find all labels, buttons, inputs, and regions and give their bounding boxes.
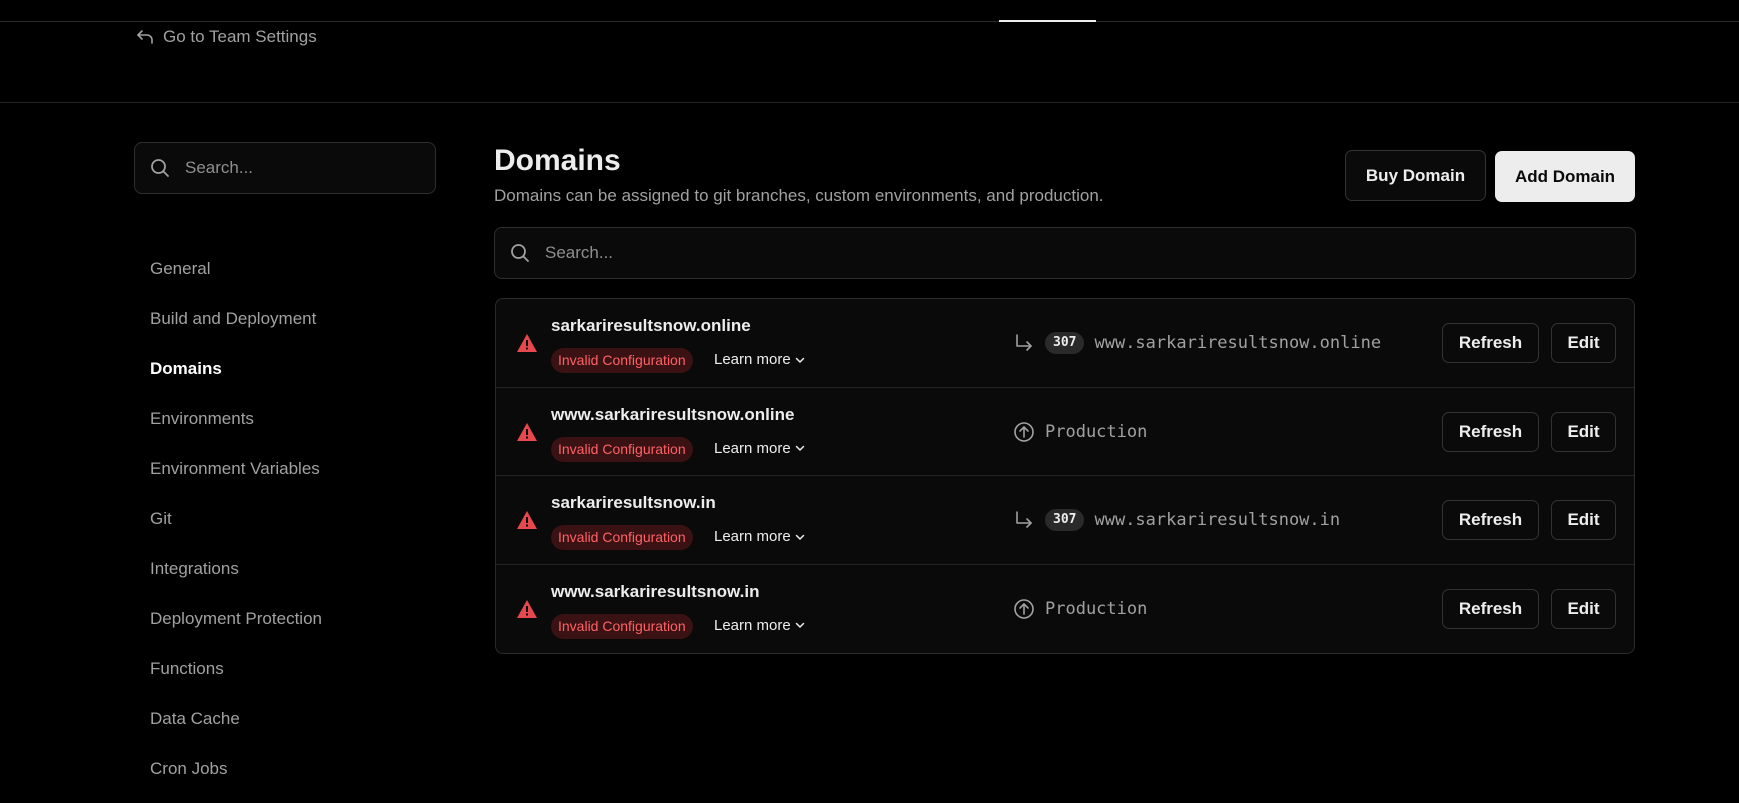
back-arrow-icon (137, 30, 153, 44)
redirect-url: www.sarkariresultsnow.online (1094, 333, 1382, 353)
page-subtitle: Domains can be assigned to git branches,… (494, 186, 1104, 205)
learn-more-toggle[interactable]: Learn more (714, 351, 806, 368)
warning-icon (517, 599, 537, 618)
add-domain-button[interactable]: Add Domain (1495, 151, 1635, 202)
learn-more-toggle[interactable]: Learn more (714, 617, 806, 634)
edit-button[interactable]: Edit (1551, 500, 1616, 540)
production-label: Production (1045, 421, 1148, 442)
domain-production-target: Production (1013, 420, 1147, 444)
edit-button[interactable]: Edit (1551, 588, 1616, 629)
edit-button[interactable]: Edit (1551, 323, 1616, 363)
status-code-badge: 307 (1045, 509, 1085, 531)
domain-search-input[interactable] (545, 243, 1635, 263)
sidebar-item-cron-jobs[interactable]: Cron Jobs (150, 753, 450, 803)
redirect-arrow-icon (1016, 511, 1032, 528)
domain-redirect-target: 307 www.sarkariresultsnow.online (1013, 331, 1381, 355)
redirect-url: www.sarkariresultsnow.in (1094, 510, 1341, 530)
domain-redirect-target: 307 www.sarkariresultsnow.in (1013, 508, 1340, 532)
learn-more-label: Learn more (714, 528, 791, 545)
sidebar-item-deployment-protection[interactable]: Deployment Protection (150, 603, 450, 653)
chevron-down-icon (795, 357, 804, 363)
invalid-configuration-badge: Invalid Configuration (551, 525, 693, 550)
warning-icon (517, 422, 537, 441)
header-divider (0, 102, 1739, 103)
sidebar-item-integrations[interactable]: Integrations (150, 553, 450, 603)
sidebar-item-general[interactable]: General (150, 253, 450, 303)
domain-search[interactable] (494, 227, 1636, 279)
domain-production-target: Production (1013, 597, 1147, 621)
sidebar-item-domains[interactable]: Domains (150, 353, 450, 403)
sidebar-item-data-cache[interactable]: Data Cache (150, 703, 450, 753)
edit-button[interactable]: Edit (1551, 411, 1616, 452)
search-icon (511, 244, 529, 262)
sidebar-item-git[interactable]: Git (150, 503, 450, 553)
redirect-arrow-icon (1016, 334, 1032, 351)
chevron-down-icon (795, 534, 804, 540)
active-tab-indicator (999, 20, 1096, 22)
warning-icon (517, 334, 537, 352)
learn-more-label: Learn more (714, 616, 791, 634)
status-code-badge: 307 (1045, 332, 1085, 354)
refresh-button[interactable]: Refresh (1442, 411, 1539, 452)
top-nav-bar (0, 0, 1739, 22)
production-label: Production (1045, 598, 1148, 619)
refresh-button[interactable]: Refresh (1442, 588, 1539, 629)
domain-row: www.sarkariresultsnow.in Invalid Configu… (496, 565, 1634, 654)
chevron-down-icon (795, 445, 804, 451)
domain-row: sarkariresultsnow.online Invalid Configu… (496, 299, 1634, 388)
settings-sidebar-nav: General Build and Deployment Domains Env… (150, 253, 450, 803)
learn-more-toggle[interactable]: Learn more (714, 528, 806, 545)
domain-list: sarkariresultsnow.online Invalid Configu… (495, 298, 1635, 654)
buy-domain-button[interactable]: Buy Domain (1345, 150, 1486, 201)
back-link-label: Go to Team Settings (163, 27, 317, 46)
learn-more-toggle[interactable]: Learn more (714, 440, 806, 457)
refresh-button[interactable]: Refresh (1442, 323, 1539, 363)
sidebar-item-environment-variables[interactable]: Environment Variables (150, 453, 450, 503)
sidebar-item-build-and-deployment[interactable]: Build and Deployment (150, 303, 450, 353)
domain-row: sarkariresultsnow.in Invalid Configurati… (496, 476, 1634, 565)
learn-more-label: Learn more (714, 351, 791, 368)
domain-name[interactable]: www.sarkariresultsnow.online (551, 405, 794, 425)
invalid-configuration-badge: Invalid Configuration (551, 348, 693, 373)
domain-row: www.sarkariresultsnow.online Invalid Con… (496, 388, 1634, 476)
chevron-down-icon (795, 622, 804, 628)
warning-icon (517, 511, 537, 529)
domain-name[interactable]: sarkariresultsnow.online (551, 316, 751, 336)
domain-name[interactable]: www.sarkariresultsnow.in (551, 582, 759, 602)
page-title: Domains (494, 144, 621, 177)
go-to-team-settings-link[interactable]: Go to Team Settings (135, 26, 317, 48)
search-icon (151, 159, 169, 177)
invalid-configuration-badge: Invalid Configuration (551, 436, 693, 462)
sidebar-item-environments[interactable]: Environments (150, 403, 450, 453)
sidebar-search-input[interactable] (185, 158, 435, 178)
sidebar-search[interactable] (134, 142, 436, 194)
invalid-configuration-badge: Invalid Configuration (551, 613, 693, 639)
learn-more-label: Learn more (714, 439, 791, 457)
refresh-button[interactable]: Refresh (1442, 500, 1539, 540)
arrow-up-circle-icon (1014, 421, 1034, 442)
sidebar-item-functions[interactable]: Functions (150, 653, 450, 703)
arrow-up-circle-icon (1014, 598, 1034, 619)
domain-name[interactable]: sarkariresultsnow.in (551, 493, 716, 513)
